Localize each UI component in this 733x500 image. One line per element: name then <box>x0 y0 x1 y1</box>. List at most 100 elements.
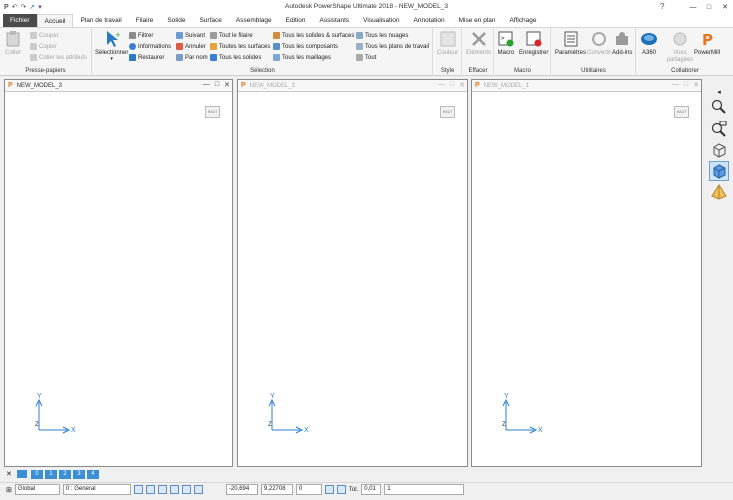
mesh-icon <box>273 54 280 61</box>
cut-button[interactable]: Couper <box>30 31 59 40</box>
view-cube[interactable]: HAUT <box>440 106 455 118</box>
info-icon <box>129 43 136 50</box>
layers-icon[interactable] <box>16 470 27 478</box>
copy-button[interactable]: Copier <box>30 42 57 51</box>
cancel-selection-button[interactable]: Annuler <box>176 42 206 51</box>
viewport-new-model-3[interactable]: P NEW_MODEL_3 — □ ✕ HAUT Y X Z <box>4 79 233 467</box>
minimize-icon[interactable]: — <box>672 81 679 89</box>
layer-button-4[interactable]: 4 <box>86 469 99 479</box>
grid-snap-icon[interactable] <box>145 485 155 494</box>
a360-button[interactable]: A360 <box>640 30 658 56</box>
tab-assemblage[interactable]: Assemblage <box>229 14 279 27</box>
powershape-logo-icon: P <box>475 82 480 89</box>
viewport-title: NEW_MODEL_3 <box>16 82 63 89</box>
all-meshes-button[interactable]: Tous les maillages <box>273 53 331 62</box>
axis-triad: Y X Z <box>268 393 309 434</box>
tab-edition[interactable]: Edition <box>279 14 313 27</box>
all-components-button[interactable]: Tous les composants <box>273 42 338 51</box>
all-solids-button[interactable]: Tous les solides <box>210 53 261 62</box>
all-workplanes-button[interactable]: Tous les plans de travail <box>356 42 429 51</box>
tab-annotation[interactable]: Annotation <box>407 14 452 27</box>
select-button[interactable]: + Sélectionner ▾ <box>95 30 128 62</box>
layer-button-0[interactable]: 0 <box>30 469 43 479</box>
status-input[interactable]: 1 <box>384 484 465 495</box>
close-icon[interactable]: ✕ <box>224 81 230 89</box>
angle-icon[interactable] <box>181 485 191 494</box>
close-button[interactable]: ✕ <box>717 3 733 11</box>
title-bar: P ↶ ↷ ➚ ▾ Autodesk PowerShape Ultimate 2… <box>0 0 733 14</box>
tab-accueil[interactable]: Accueil <box>36 14 74 27</box>
powermill-button[interactable]: P PowerMill <box>694 30 720 56</box>
macro-button[interactable]: > Macro <box>497 30 515 56</box>
tab-filaire[interactable]: Filaire <box>129 14 161 27</box>
powermill-logo-icon: P <box>698 30 716 48</box>
filter-button[interactable]: Filtrer <box>129 31 153 40</box>
record-button[interactable]: Enregistrer <box>519 30 548 56</box>
minimize-icon[interactable]: — <box>438 81 445 89</box>
all-wireframe-button[interactable]: Tout le filaire <box>210 31 253 40</box>
wireframe-cube-icon[interactable] <box>709 140 729 160</box>
zoom-window-icon[interactable] <box>709 119 729 139</box>
tab-plan-de-travail[interactable]: Plan de travail <box>73 14 128 27</box>
tab-fichier[interactable]: Fichier <box>3 14 37 27</box>
maximize-icon[interactable]: □ <box>450 81 454 89</box>
convert-button[interactable]: Convertir <box>587 30 611 56</box>
all-solids-surfaces-button[interactable]: Tous les solides & surfaces <box>273 31 354 40</box>
close-layer-bar-icon[interactable]: ✕ <box>6 470 12 478</box>
pyramid-icon[interactable] <box>709 182 729 202</box>
group-selection: + Sélectionner ▾ Filtrer Informations Re… <box>93 28 433 76</box>
grid-icon[interactable] <box>193 485 203 494</box>
tolerance-field[interactable]: 0,01 <box>361 484 382 495</box>
paste-button[interactable]: Coller <box>4 30 22 56</box>
viewport-new-model-1[interactable]: P NEW_MODEL_1 — □ ✕ HAUT Y X Z <box>471 79 702 467</box>
minimize-icon[interactable]: — <box>203 81 210 89</box>
layer-button-3[interactable]: 3 <box>72 469 85 479</box>
tab-surface[interactable]: Surface <box>192 14 228 27</box>
view-cube[interactable]: HAUT <box>674 106 689 118</box>
viewport-new-model-2[interactable]: P NEW_MODEL_2 — □ ✕ HAUT Y X Z <box>237 79 468 467</box>
close-icon[interactable]: ✕ <box>459 81 465 89</box>
addins-button[interactable]: Add-ins <box>612 30 632 56</box>
color-button[interactable]: Couleur <box>437 30 458 56</box>
shaded-cube-icon[interactable] <box>709 161 729 181</box>
maximize-button[interactable]: □ <box>701 4 717 11</box>
zoom-in-icon[interactable] <box>709 97 729 117</box>
maximize-icon[interactable]: □ <box>215 81 219 89</box>
tab-mise-en-plan[interactable]: Mise en plan <box>452 14 503 27</box>
parameters-button[interactable]: Paramètres <box>555 30 586 56</box>
axis-triad: Y X Z <box>502 393 543 434</box>
close-icon[interactable]: ✕ <box>693 81 699 89</box>
workplane-toggle-icon[interactable] <box>157 485 167 494</box>
lock-icon[interactable] <box>169 485 179 494</box>
tab-affichage[interactable]: Affichage <box>503 14 544 27</box>
layer-button-2[interactable]: 2 <box>58 469 71 479</box>
maximize-icon[interactable]: □ <box>684 81 688 89</box>
tab-assistants[interactable]: Assistants <box>313 14 357 27</box>
all-clouds-button[interactable]: Tous les nuages <box>356 31 408 40</box>
snap-icon[interactable] <box>133 485 143 494</box>
select-all-button[interactable]: Tout <box>356 53 376 62</box>
next-button[interactable]: Suivant <box>176 31 205 40</box>
layer-button-1[interactable]: 1 <box>44 469 57 479</box>
scissors-icon <box>30 32 37 39</box>
restore-button[interactable]: Restaurer <box>129 53 164 62</box>
view-cube[interactable]: HAUT <box>205 106 220 118</box>
shared-views-button[interactable]: Vues partagées <box>667 30 693 64</box>
erase-elements-button[interactable]: Eléments <box>466 30 491 56</box>
paste-attributes-button[interactable]: Coller les attributs <box>30 53 87 62</box>
tab-solide[interactable]: Solide <box>160 14 192 27</box>
tolerance-icon[interactable] <box>336 485 346 494</box>
group-label: Collaborer <box>671 68 699 74</box>
workplane-select[interactable]: Global <box>14 484 60 495</box>
workplane-icon <box>356 43 363 50</box>
tab-visualisation[interactable]: Visualisation <box>356 14 406 27</box>
information-button[interactable]: Informations <box>129 42 171 51</box>
units-icon[interactable] <box>324 485 334 494</box>
minimize-button[interactable]: — <box>685 4 701 11</box>
help-icon[interactable]: ? <box>660 2 664 11</box>
viewport-header: P NEW_MODEL_3 — □ ✕ <box>5 80 232 92</box>
axis-label-x: X <box>71 427 76 434</box>
level-select[interactable]: 0 : General <box>62 484 131 495</box>
by-name-button[interactable]: Par nom <box>176 53 208 62</box>
all-surfaces-button[interactable]: Toutes les surfaces <box>210 42 270 51</box>
